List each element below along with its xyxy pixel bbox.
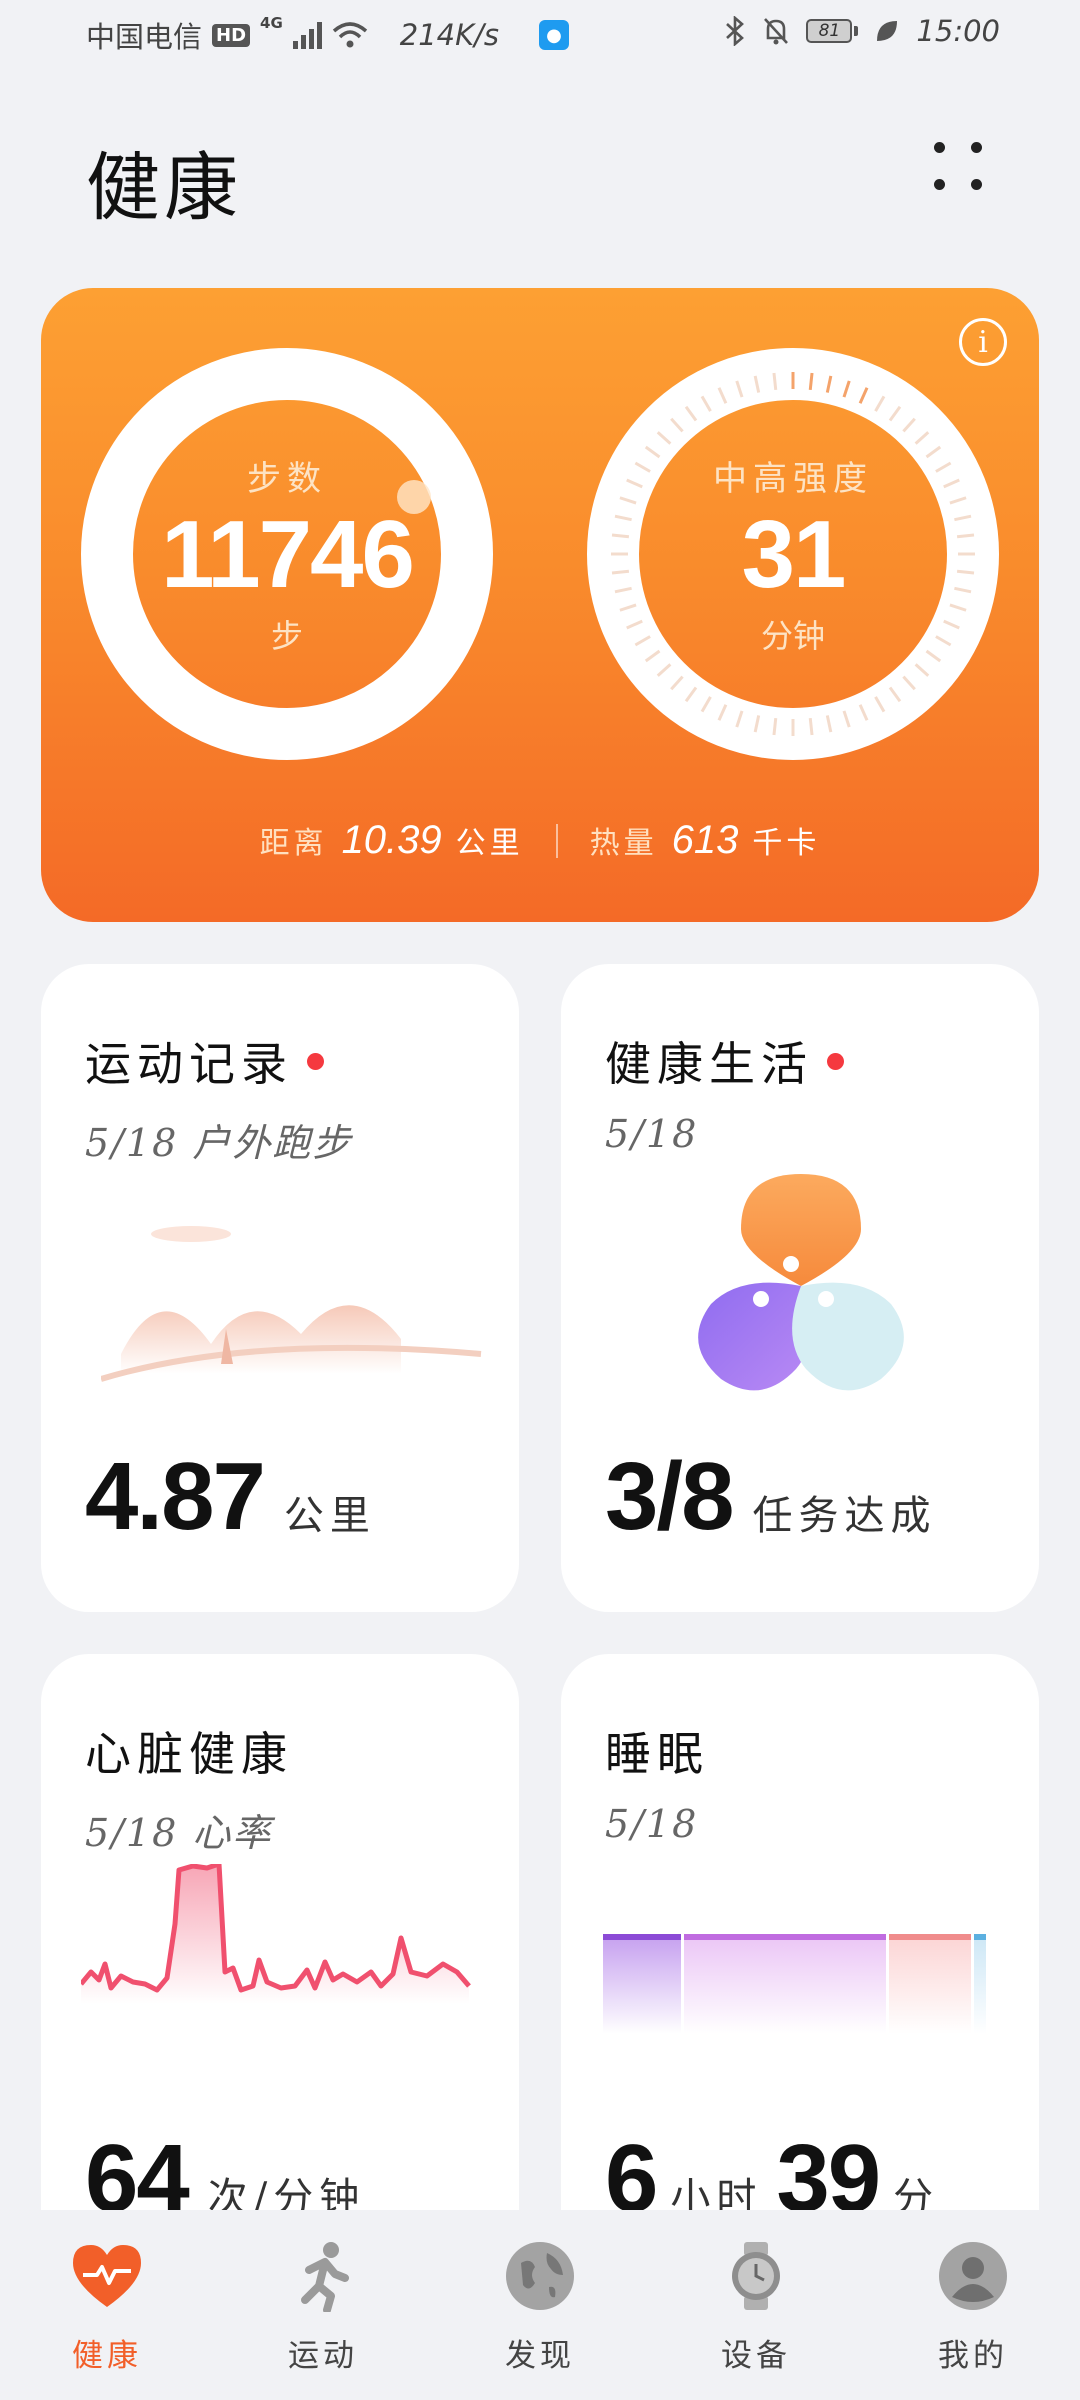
dot-icon [934, 142, 945, 153]
healthy-living-card[interactable]: 健康生活 5/18 3/8 任务达成 [561, 964, 1039, 1612]
heart-rate-chart [81, 1864, 471, 2004]
card-title: 睡眠 [605, 1727, 709, 1781]
card-subtitle: 5/18 户外跑步 [85, 1121, 353, 1165]
watch-icon [720, 2240, 792, 2312]
intensity-label: 中高强度 [713, 459, 873, 500]
tab-label: 运动 [288, 2338, 358, 2374]
bottom-tab-bar: 健康 运动 发现 设备 我的 [0, 2210, 1080, 2400]
tab-label: 发现 [505, 2338, 575, 2374]
sleep-stage-bar [603, 1934, 993, 2034]
distance-unit: 公里 [283, 1493, 376, 1539]
network-speed: 214K/s [399, 18, 500, 52]
card-title: 运动记录 [85, 1037, 293, 1091]
wifi-icon [332, 22, 367, 48]
heart-icon [71, 2240, 143, 2312]
notification-app-icon: ● [539, 20, 570, 50]
exercise-record-card[interactable]: 运动记录 5/18 户外跑步 4.87 公里 [41, 964, 519, 1612]
distance-value: 10.39 [341, 818, 442, 862]
tasks-metric: 3/8 [605, 1443, 734, 1550]
dot-icon [971, 179, 982, 190]
card-subtitle: 5/18 [605, 1802, 699, 1846]
carrier-label: 中国电信 [86, 20, 203, 54]
intensity-value: 31 [741, 501, 847, 609]
activity-summary-card[interactable]: i 步数 11746 步 中高强度 31 分钟 距离 10.39 公里 热量 6… [41, 288, 1039, 922]
tab-label: 我的 [938, 2338, 1008, 2374]
sleep-segment [684, 1934, 886, 2034]
notification-dot [827, 1052, 844, 1070]
intensity-unit: 分钟 [760, 616, 825, 655]
sleep-segment [889, 1934, 971, 2034]
tab-label: 健康 [72, 2338, 142, 2374]
globe-icon [504, 2240, 576, 2312]
activity-summary-row: 距离 10.39 公里 热量 613 千卡 [41, 818, 1039, 863]
battery-icon: 81 [806, 19, 859, 43]
leaf-icon [877, 21, 898, 41]
card-title: 健康生活 [605, 1037, 813, 1091]
steps-value: 11746 [161, 501, 415, 609]
heart-health-card[interactable]: 心脏健康 5/18 心率 64 次/分钟 [41, 1654, 519, 2294]
card-subtitle: 5/18 心率 [85, 1811, 273, 1855]
clock: 15:00 [916, 14, 1000, 48]
tab-devices[interactable]: 设备 [681, 2240, 831, 2375]
calories-label: 热量 [589, 826, 658, 861]
dot-icon [934, 179, 945, 190]
divider [555, 823, 558, 858]
steps-unit: 步 [270, 616, 303, 655]
distance-unit: 公里 [455, 826, 524, 861]
sleep-card[interactable]: 睡眠 5/18 6 小时 39 分 [561, 1654, 1039, 2294]
card-title: 心脏健康 [85, 1727, 293, 1781]
card-subtitle: 5/18 [605, 1112, 699, 1156]
tab-discover[interactable]: 发现 [465, 2240, 615, 2375]
tab-profile[interactable]: 我的 [898, 2240, 1048, 2375]
profile-icon [937, 2240, 1009, 2312]
dot-icon [971, 142, 982, 153]
tab-health[interactable]: 健康 [32, 2240, 182, 2375]
sleep-segment [974, 1934, 986, 2034]
network-type: 4G [260, 14, 283, 32]
page-title: 健康 [86, 145, 242, 231]
notification-dot [307, 1052, 324, 1070]
runner-icon [287, 2240, 359, 2312]
distance-label: 距离 [259, 826, 328, 861]
calories-unit: 千卡 [752, 826, 821, 861]
mute-bell-icon [764, 18, 789, 45]
tasks-unit: 任务达成 [752, 1493, 937, 1539]
tab-label: 设备 [721, 2338, 791, 2374]
intensity-ring: 中高强度 31 分钟 [587, 348, 999, 760]
distance-metric: 4.87 [85, 1443, 266, 1550]
landscape-illustration [101, 1226, 482, 1382]
sleep-segment [603, 1934, 681, 2034]
steps-label: 步数 [247, 459, 327, 500]
hd-icon: HD [212, 23, 251, 47]
health-petals-graphic [698, 1174, 904, 1391]
signal-icon [292, 21, 322, 49]
tab-exercise[interactable]: 运动 [248, 2240, 398, 2375]
status-bar: 中国电信 HD 4G 214K/s ● 81 15:00 [0, 0, 1080, 70]
calories-value: 613 [671, 818, 739, 862]
bluetooth-icon [726, 16, 745, 46]
steps-ring-content: 步数 11746 步 [81, 348, 493, 760]
more-menu-button[interactable] [926, 134, 990, 198]
